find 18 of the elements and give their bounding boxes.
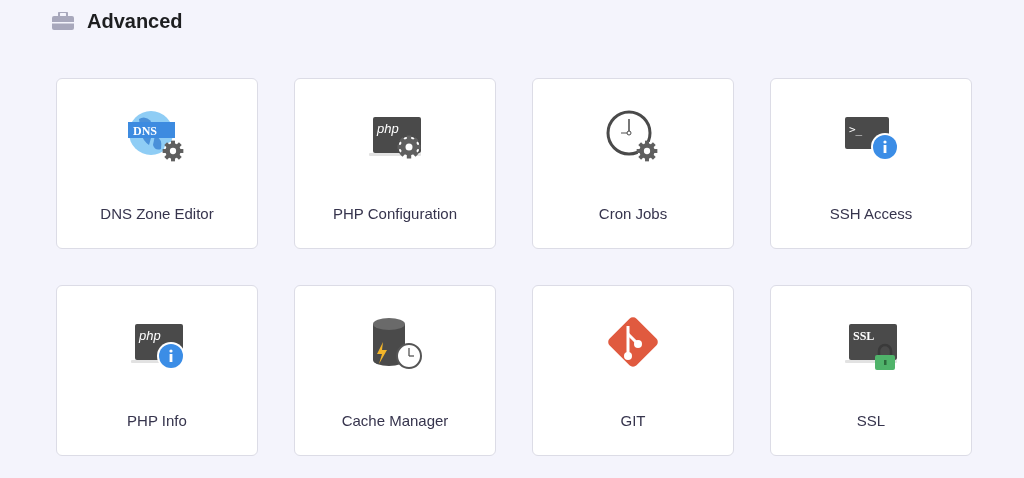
tool-card[interactable]: SSL SSL bbox=[770, 285, 972, 456]
section-title: Advanced bbox=[87, 9, 183, 34]
tool-label: DNS Zone Editor bbox=[100, 204, 214, 224]
tool-label: GIT bbox=[620, 411, 646, 431]
tool-card[interactable]: php PHP Configuration bbox=[294, 78, 496, 249]
tool-card[interactable]: Cron Jobs bbox=[532, 78, 734, 249]
tool-label: Cron Jobs bbox=[598, 204, 668, 224]
tool-card[interactable]: >_ SSH Access bbox=[770, 78, 972, 249]
tool-card[interactable]: php PHP Info bbox=[56, 285, 258, 456]
tool-label: PHP Info bbox=[127, 411, 187, 431]
tool-label: SSL bbox=[856, 411, 886, 431]
tool-label: SSH Access bbox=[829, 204, 913, 224]
toolbox-icon bbox=[52, 12, 74, 30]
tool-card[interactable]: Cache Manager bbox=[294, 285, 496, 456]
tool-card[interactable]: GIT bbox=[532, 285, 734, 456]
tool-card[interactable]: DNS DNS Zone Editor bbox=[56, 78, 258, 249]
tool-label: PHP Configuration bbox=[333, 204, 457, 224]
tool-label: Cache Manager bbox=[341, 411, 449, 431]
